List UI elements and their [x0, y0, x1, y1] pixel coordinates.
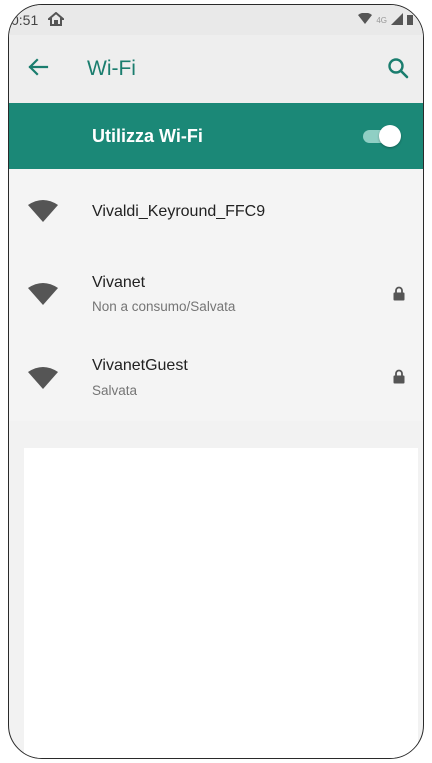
- network-item[interactable]: Vivaldi_Keyround_FFC9: [9, 169, 423, 253]
- wifi-toggle-label: Utilizza Wi-Fi: [92, 125, 203, 146]
- home-notification-icon: [46, 11, 66, 29]
- network-ssid: Vivaldi_Keyround_FFC9: [92, 203, 266, 220]
- status-time: 0:51: [11, 12, 39, 28]
- lock-icon: [393, 369, 405, 389]
- network-item[interactable]: VivanetGuest Salvata: [9, 337, 423, 421]
- status-bar: 0:51 4G: [9, 5, 423, 35]
- battery-icon: [407, 12, 413, 28]
- wifi-toggle-switch[interactable]: [363, 125, 401, 147]
- search-icon[interactable]: [387, 57, 409, 84]
- network-type-label: 4G: [376, 15, 387, 25]
- wifi-signal-icon: [358, 12, 373, 28]
- lock-icon: [393, 286, 405, 306]
- phone-frame: 0:51 4G Wi-Fi Utilizza Wi-Fi Vivaldi_Key…: [8, 4, 424, 759]
- arrow-left-icon[interactable]: [27, 56, 49, 83]
- network-ssid: VivanetGuest: [92, 357, 188, 374]
- page-title: Wi-Fi: [87, 57, 136, 80]
- app-bar: Wi-Fi: [9, 35, 423, 103]
- wifi-strength-icon: [28, 367, 58, 394]
- network-item[interactable]: Vivanet Non a consumo/Salvata: [9, 253, 423, 337]
- wifi-strength-icon: [28, 200, 58, 227]
- wifi-strength-icon: [28, 283, 58, 310]
- cell-signal-icon: [391, 12, 403, 28]
- network-list: Vivaldi_Keyround_FFC9 Vivanet Non a cons…: [9, 169, 423, 421]
- switch-thumb: [379, 125, 401, 147]
- network-ssid: Vivanet: [92, 274, 146, 291]
- network-status: Non a consumo/Salvata: [92, 299, 236, 314]
- network-status: Salvata: [92, 383, 138, 398]
- empty-content-area: [24, 448, 418, 758]
- wifi-toggle-row[interactable]: Utilizza Wi-Fi: [9, 103, 423, 169]
